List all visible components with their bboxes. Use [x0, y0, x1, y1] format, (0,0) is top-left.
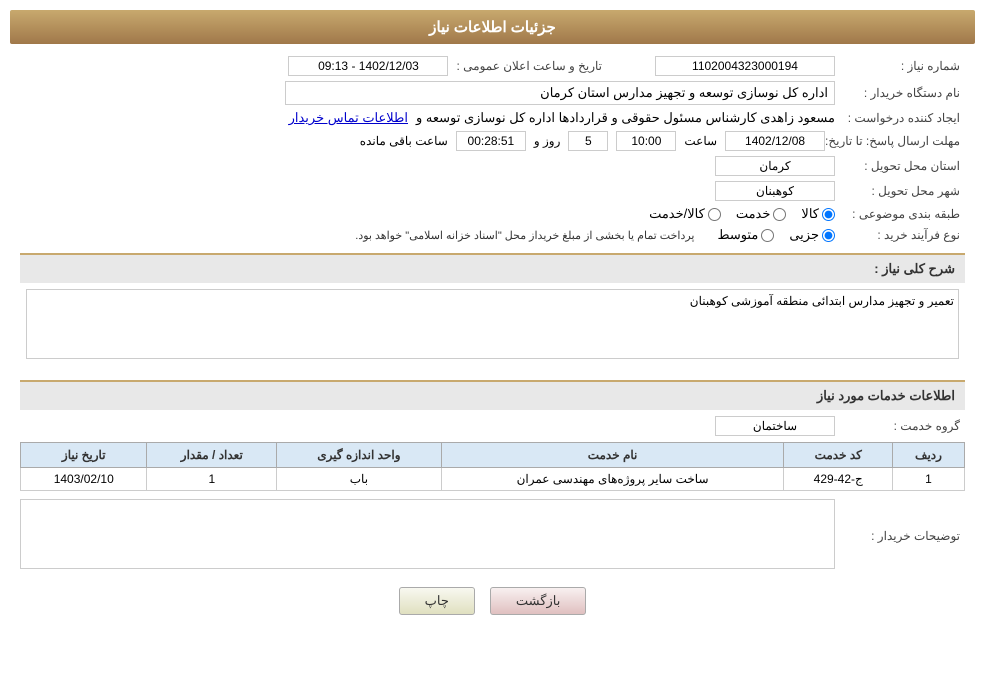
ostan-value: کرمان	[715, 156, 835, 176]
ijad-val: مسعود زاهدی کارشناس مسئول حقوقی و قراردا…	[20, 110, 835, 126]
ersal-date: 1402/12/08	[725, 131, 825, 151]
noe-val: متوسط جزیی پرداخت تمام یا بخشی از مبلغ خ…	[20, 227, 835, 243]
shahr-value: کوهبنان	[715, 181, 835, 201]
radio-khadamat[interactable]: خدمت	[736, 206, 787, 222]
sharh-koli-label: شرح کلی نیاز :	[874, 261, 955, 276]
shomare-inline: 1102004323000194 تاریخ و ساعت اعلان عموم…	[20, 56, 835, 76]
ersal-inline: 1402/12/08 ساعت 10:00 5 روز و 00:28:51 س…	[20, 131, 825, 151]
ersal-saat-label: ساعت	[684, 134, 717, 148]
tosifat-row: توضیحات خریدار :	[20, 499, 965, 572]
radio-kala[interactable]: کالا	[801, 206, 835, 222]
khadamat-title-text: اطلاعات خدمات مورد نیاز	[817, 388, 955, 403]
cell-tarikh: 1403/02/10	[21, 468, 147, 491]
ijad-value: مسعود زاهدی کارشناس مسئول حقوقی و قراردا…	[416, 110, 835, 126]
tabaqe-radio-group: کالا/خدمت خدمت کالا	[20, 206, 835, 222]
row-noe-farayand: نوع فرآیند خرید : متوسط جزیی پرداخت تمام…	[20, 227, 965, 243]
page-header: جزئیات اطلاعات نیاز	[10, 10, 975, 44]
namdastgah-val: اداره کل نوسازی توسعه و تجهیز مدارس استا…	[20, 81, 835, 105]
back-button[interactable]: بازگشت	[490, 587, 586, 615]
shomare-value: 1102004323000194	[655, 56, 835, 76]
shahr-label: شهر محل تحویل :	[835, 184, 965, 198]
noe-note: پرداخت تمام یا بخشی از مبلغ خریداز محل "…	[355, 229, 694, 242]
col-kod: کد خدمت	[784, 443, 893, 468]
radio-kala-khadamat-input[interactable]	[708, 208, 721, 221]
header-title: جزئیات اطلاعات نیاز	[429, 19, 556, 36]
table-header-row: ردیف کد خدمت نام خدمت واحد اندازه گیری ت…	[21, 443, 965, 468]
sharh-koli-textarea[interactable]	[26, 289, 959, 359]
sharh-koli-section: شرح کلی نیاز :	[20, 253, 965, 283]
row-namdastgah: نام دستگاه خریدار : اداره کل نوسازی توسع…	[20, 81, 965, 105]
noe-label: نوع فرآیند خرید :	[835, 228, 965, 242]
radio-jozei-input[interactable]	[822, 229, 835, 242]
cell-kodKhadamat: ج-42-429	[784, 468, 893, 491]
row-tarikh-ersal: مهلت ارسال پاسخ: تا تاریخ: 1402/12/08 سا…	[20, 131, 965, 151]
grohe-label: گروه خدمت :	[835, 419, 965, 433]
services-table: ردیف کد خدمت نام خدمت واحد اندازه گیری ت…	[20, 442, 965, 491]
namdastgah-label: نام دستگاه خریدار :	[835, 86, 965, 100]
grohe-khadamat-row: گروه خدمت : ساختمان	[20, 416, 965, 436]
ersal-roz: 5	[568, 131, 608, 151]
ersal-baqi: 00:28:51	[456, 131, 526, 151]
radio-motovaset-label: متوسط	[717, 227, 758, 243]
radio-jozei-label: جزیی	[789, 227, 819, 243]
radio-kala-khadamat[interactable]: کالا/خدمت	[649, 206, 721, 222]
cell-tedad: 1	[147, 468, 277, 491]
shahr-val: کوهبنان	[20, 181, 835, 201]
row-shahr: شهر محل تحویل : کوهبنان	[20, 181, 965, 201]
ersal-val: 1402/12/08 ساعت 10:00 5 روز و 00:28:51 س…	[20, 131, 825, 151]
ersal-saat: 10:00	[616, 131, 676, 151]
namdastgah-value: اداره کل نوسازی توسعه و تجهیز مدارس استا…	[285, 81, 835, 105]
tosifat-label: توضیحات خریدار :	[835, 529, 965, 543]
grohe-value: ساختمان	[715, 416, 835, 436]
ostan-label: استان محل تحویل :	[835, 159, 965, 173]
row-ostan: استان محل تحویل : کرمان	[20, 156, 965, 176]
ersal-baqi-label: ساعت باقی مانده	[360, 134, 448, 148]
col-nam: نام خدمت	[441, 443, 784, 468]
tabaqe-val: کالا/خدمت خدمت کالا	[20, 206, 835, 222]
table-row: 1ج-42-429ساخت سایر پروژه‌های مهندسی عمرا…	[21, 468, 965, 491]
ettelaat-link[interactable]: اطلاعات تماس خریدار	[289, 110, 408, 126]
ersal-label: مهلت ارسال پاسخ: تا تاریخ:	[825, 134, 965, 148]
tarikh-value: 1402/12/03 - 09:13	[288, 56, 448, 76]
main-content: شماره نیاز : 1102004323000194 تاریخ و سا…	[10, 56, 975, 615]
radio-motovaset[interactable]: متوسط	[717, 227, 774, 243]
row-shomare: شماره نیاز : 1102004323000194 تاریخ و سا…	[20, 56, 965, 76]
tosifat-textarea[interactable]	[20, 499, 835, 569]
radio-khadamat-input[interactable]	[773, 208, 786, 221]
table-header: ردیف کد خدمت نام خدمت واحد اندازه گیری ت…	[21, 443, 965, 468]
cell-namKhadamat: ساخت سایر پروژه‌های مهندسی عمران	[441, 468, 784, 491]
tabaqe-label: طبقه بندی موضوعی :	[835, 207, 965, 221]
ersal-roz-label: روز و	[534, 134, 561, 148]
row-tabaqe: طبقه بندی موضوعی : کالا/خدمت خدمت کالا	[20, 206, 965, 222]
radio-jozei[interactable]: جزیی	[789, 227, 835, 243]
cell-vahed: باب	[277, 468, 441, 491]
col-vahed: واحد اندازه گیری	[277, 443, 441, 468]
shomare-val-container: 1102004323000194 تاریخ و ساعت اعلان عموم…	[20, 56, 835, 76]
radio-kala-khadamat-label: کالا/خدمت	[649, 206, 705, 222]
table-body: 1ج-42-429ساخت سایر پروژه‌های مهندسی عمرا…	[21, 468, 965, 491]
tosifat-val	[20, 499, 835, 572]
ijad-inline: مسعود زاهدی کارشناس مسئول حقوقی و قراردا…	[20, 110, 835, 126]
row-ijad: ایجاد کننده درخواست : مسعود زاهدی کارشنا…	[20, 110, 965, 126]
noe-radio-group: متوسط جزیی	[717, 227, 835, 243]
sharh-koli-container	[20, 289, 965, 370]
khadamat-section-title: اطلاعات خدمات مورد نیاز	[20, 380, 965, 410]
shomare-label: شماره نیاز :	[835, 59, 965, 73]
ostan-val: کرمان	[20, 156, 835, 176]
cell-radif: 1	[892, 468, 964, 491]
radio-kala-label: کالا	[801, 206, 819, 222]
page-wrapper: جزئیات اطلاعات نیاز شماره نیاز : 1102004…	[0, 0, 985, 691]
col-radif: ردیف	[892, 443, 964, 468]
col-tedad: تعداد / مقدار	[147, 443, 277, 468]
print-button[interactable]: چاپ	[399, 587, 475, 615]
radio-motovaset-input[interactable]	[761, 229, 774, 242]
buttons-row: بازگشت چاپ	[20, 587, 965, 615]
tarikh-label: تاریخ و ساعت اعلان عمومی :	[456, 59, 607, 73]
ijad-label: ایجاد کننده درخواست :	[835, 111, 965, 125]
radio-khadamat-label: خدمت	[736, 206, 771, 222]
noe-inline: متوسط جزیی پرداخت تمام یا بخشی از مبلغ خ…	[20, 227, 835, 243]
radio-kala-input[interactable]	[822, 208, 835, 221]
col-tarikh: تاریخ نیاز	[21, 443, 147, 468]
